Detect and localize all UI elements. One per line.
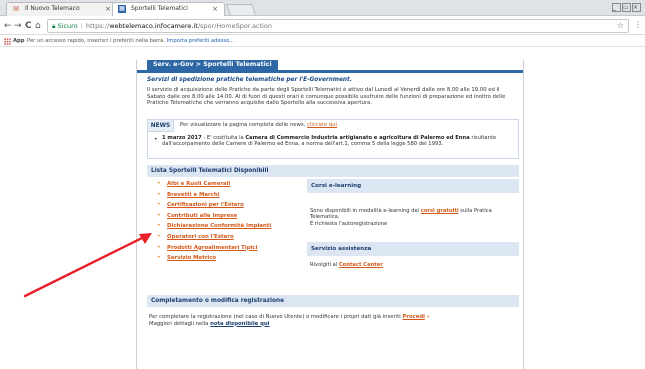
assistenza-header: Servizio assistenza	[307, 242, 519, 256]
bookmark-star-icon[interactable]: ☆	[617, 20, 624, 32]
list-item: • Servizio Metrico	[147, 253, 305, 264]
bullet-icon: •	[157, 254, 161, 262]
apps-link[interactable]: App	[13, 36, 24, 46]
home-icon[interactable]: ⌂	[35, 20, 41, 32]
new-tab-button[interactable]	[225, 4, 257, 15]
procedi-link[interactable]: Procedi	[402, 314, 424, 320]
list-item: • Brevetti e Marchi	[147, 190, 305, 201]
service-link-dichiarazione[interactable]: Dichiarazione Conformità Impianti	[167, 223, 271, 229]
assistenza-text-before: Rivolgiti al	[310, 262, 339, 268]
news-item-mid: - E' costituita la	[201, 135, 246, 141]
news-bullet: •	[154, 136, 158, 143]
bullet-icon: •	[157, 180, 161, 187]
section-bar	[137, 70, 523, 73]
news-item: 1 marzo 2017 - E' costituita la Camera d…	[162, 135, 514, 148]
bullet-icon: •	[157, 190, 161, 198]
list-item: • Prodotti Agroalimentari Tipici	[147, 243, 305, 254]
window-controls: _ ▭×	[611, 3, 641, 12]
corsi-gratuiti-link[interactable]: corsi gratuiti	[421, 208, 459, 214]
news-intro: Per visualizzare la pagina completa dell…	[180, 122, 337, 128]
news-date: 1 marzo 2017	[162, 135, 202, 141]
reload-icon[interactable]: C	[25, 20, 32, 32]
service-link-operatori[interactable]: Operatori con l'Estero	[167, 234, 234, 240]
service-link-contributi[interactable]: Contributi alle Imprese	[167, 213, 237, 219]
assistenza-text: Rivolgiti al Contact Center	[310, 262, 383, 268]
tab-sportelli-telematici[interactable]: ▦ Sportelli Telematici ×	[112, 2, 225, 16]
lock-icon: 🔒︎	[52, 22, 56, 30]
bookmark-hint-text: Per un accesso rapido, inserisci i prefe…	[27, 38, 166, 44]
corsi-header: Corsi e-learning	[307, 179, 519, 193]
section-tab[interactable]: Serv. e-Gov > Sportelli Telematici	[147, 60, 278, 70]
intro-text: Il servizio di acquisizione delle Pratic…	[147, 87, 506, 107]
bullet-icon: •	[157, 211, 161, 219]
bullet-icon: •	[157, 222, 161, 230]
sportelli-favicon-icon: ▦	[118, 5, 126, 13]
secure-label: Sicuro	[57, 22, 78, 30]
bookmark-hint: Per un accesso rapido, inserisci i prefe…	[27, 36, 234, 46]
bullet-icon: •	[157, 243, 161, 251]
menu-kebab-icon[interactable]: ⋮	[634, 20, 642, 29]
portal-container: Serv. e-Gov > Sportelli Telematici Servi…	[136, 60, 524, 369]
page-title: Servizi di spedizione pratiche telematic…	[147, 77, 352, 83]
tab-il-nuovo-telemaco[interactable]: ✉ Il Nuovo Telemaco ×	[6, 2, 118, 16]
forward-arrow-icon[interactable]: →	[14, 20, 22, 32]
list-item: • Certificazioni per l'Estero	[147, 200, 305, 211]
list-item: • Contributi alle Imprese	[147, 211, 305, 222]
completamento-text-line1: Per completare la registrazione (nel cas…	[149, 314, 401, 320]
address-bar[interactable]: 🔒︎ Sicuro | https://webtelemaco.infocamere…	[47, 19, 629, 33]
services-header: Lista Sportelli Telematici Disponibili	[147, 165, 519, 177]
window-close-icon[interactable]: ×	[632, 3, 641, 12]
url-host: webtelemaco.infocamere.it	[109, 22, 198, 30]
telemaco-favicon-icon: ✉	[13, 5, 19, 13]
apps-grid-icon[interactable]	[4, 38, 11, 45]
news-box: NEWS Per visualizzare la pagina completa…	[147, 119, 519, 159]
completamento-text-line2: Maggiori dettagli nella	[149, 320, 211, 327]
url-scheme: https://	[85, 22, 110, 30]
list-item: • Dichiarazione Conformità Impianti	[147, 221, 305, 232]
news-link[interactable]: cliccare qui	[307, 122, 337, 128]
nota-link[interactable]: nota disponibile qui	[210, 321, 269, 327]
bullet-icon: •	[157, 232, 161, 240]
bullet-icon: •	[157, 201, 161, 209]
corsi-text-before: Sono disponibili in modalità e-learning …	[310, 208, 421, 214]
maximize-icon[interactable]: ▭	[622, 3, 631, 12]
service-link-brevetti[interactable]: Brevetti e Marchi	[167, 192, 220, 198]
bookmarks-bar: App Per un accesso rapido, inserisci i p…	[0, 36, 645, 47]
service-link-metrico[interactable]: Servizio Metrico	[167, 255, 216, 261]
contact-center-link[interactable]: Contact Center	[339, 262, 383, 268]
news-label: NEWS	[148, 120, 174, 132]
tab-label: Sportelli Telematici	[131, 5, 188, 12]
procedi-arrow-icon: »	[426, 314, 430, 320]
tab-close-icon[interactable]: ×	[105, 3, 111, 15]
import-bookmarks-link[interactable]: Importa preferiti adesso...	[167, 38, 234, 44]
address-divider: |	[80, 22, 83, 30]
corsi-text: Sono disponibili in modalità e-learning …	[310, 208, 515, 227]
corsi-note: E richiesta l'autoregistrazione	[310, 220, 388, 227]
url-path: /spor/HomeSpor.action	[197, 22, 272, 30]
list-item: • Albi e Ruoli Camerali	[147, 179, 305, 190]
news-item-bold: Camera di Commercio Industria artigianat…	[245, 135, 470, 141]
tab-label: Il Nuovo Telemaco	[25, 5, 80, 12]
list-item: • Operatori con l'Estero	[147, 232, 305, 243]
news-intro-text: Per visualizzare la pagina completa dell…	[180, 122, 306, 128]
back-arrow-icon[interactable]: ←	[4, 20, 12, 32]
completamento-text: Per completare la registrazione (nel cas…	[149, 314, 517, 327]
service-link-certificazioni[interactable]: Certificazioni per l'Estero	[167, 202, 244, 208]
tab-close-icon[interactable]: ×	[212, 3, 218, 15]
services-list: • Albi e Ruoli Camerali • Brevetti e March…	[147, 179, 305, 264]
browser-tab-bar: ✉ Il Nuovo Telemaco × ▦ Sportelli Telema…	[0, 0, 645, 16]
services-section: Lista Sportelli Telematici Disponibili •…	[147, 165, 519, 295]
browser-nav-bar: ← → C ⌂ 🔒︎ Sicuro | https://webtelemaco.in…	[0, 17, 645, 35]
service-link-albi[interactable]: Albi e Ruoli Camerali	[167, 181, 230, 187]
service-link-prodotti[interactable]: Prodotti Agroalimentari Tipici	[167, 245, 257, 251]
minimize-icon[interactable]: _	[612, 3, 621, 12]
completamento-header: Completamento o modifica registrazione	[147, 295, 519, 307]
